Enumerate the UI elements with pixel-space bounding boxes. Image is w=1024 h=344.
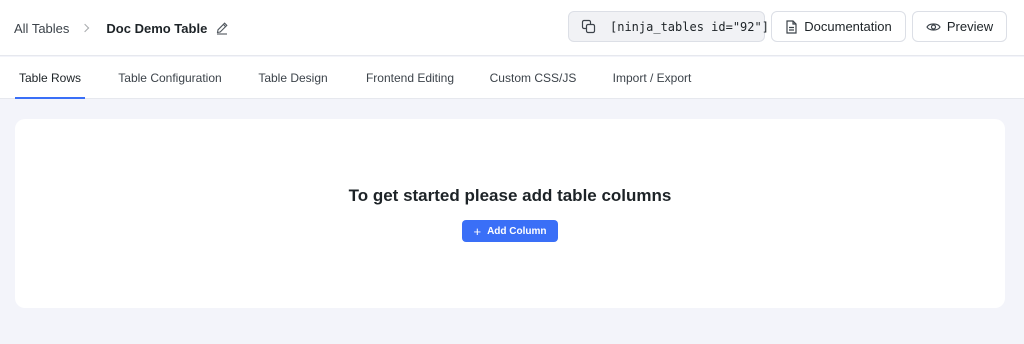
documentation-label: Documentation bbox=[804, 19, 892, 34]
empty-state-message: To get started please add table columns bbox=[348, 186, 672, 205]
chevron-right-icon bbox=[81, 23, 90, 33]
copy-shortcode-button[interactable]: [ninja_tables id="92"] bbox=[568, 11, 769, 42]
plus-icon: + bbox=[473, 223, 482, 239]
preview-label: Preview bbox=[946, 19, 994, 34]
preview-button[interactable]: Preview bbox=[912, 11, 1007, 42]
breadcrumb: All Tables Doc Demo Table bbox=[14, 18, 229, 38]
eye-icon bbox=[926, 21, 947, 33]
breadcrumb-all-tables-link[interactable]: All Tables bbox=[14, 21, 69, 36]
top-bar: All Tables Doc Demo Table [ninja_tables … bbox=[0, 0, 1024, 56]
tab-bar: Table Rows Table Configuration Table Des… bbox=[0, 57, 1024, 99]
tab-custom-css-js[interactable]: Custom CSS/JS bbox=[487, 57, 579, 98]
documentation-button[interactable]: Documentation bbox=[771, 11, 906, 42]
tab-frontend-editing[interactable]: Frontend Editing bbox=[361, 57, 459, 98]
shortcode-text: [ninja_tables id="92"] bbox=[610, 19, 769, 34]
table-title: Doc Demo Table bbox=[106, 20, 208, 36]
empty-state-card: To get started please add table columns … bbox=[15, 119, 1005, 308]
tab-table-design[interactable]: Table Design bbox=[254, 57, 332, 98]
add-column-button[interactable]: + Add Column bbox=[462, 220, 558, 242]
tab-table-configuration[interactable]: Table Configuration bbox=[112, 57, 228, 98]
pencil-icon[interactable] bbox=[215, 21, 229, 35]
tab-import-export[interactable]: Import / Export bbox=[607, 57, 697, 98]
copy-icon bbox=[581, 19, 596, 34]
document-icon bbox=[785, 19, 804, 34]
add-column-label: Add Column bbox=[487, 225, 547, 237]
tab-table-rows[interactable]: Table Rows bbox=[15, 57, 85, 99]
